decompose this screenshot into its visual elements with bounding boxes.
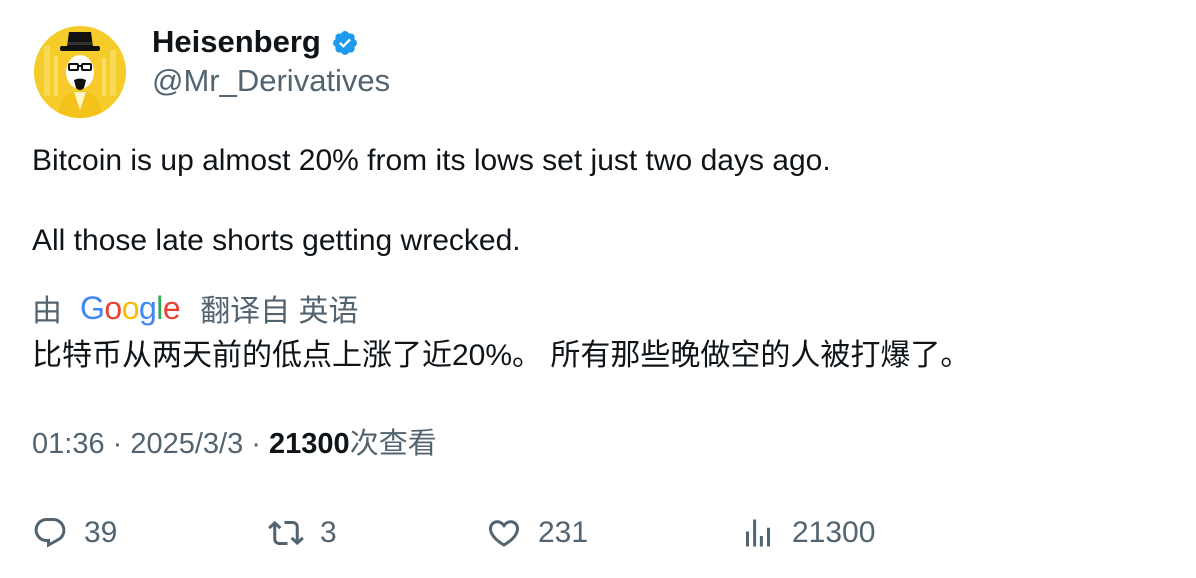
reply-button[interactable]: 39	[32, 510, 117, 556]
tweet-date[interactable]: 2025/3/3	[130, 428, 243, 460]
tweet-time[interactable]: 01:36	[32, 428, 105, 460]
translated-from-label: 翻译自 英语	[200, 295, 359, 328]
google-logo-icon: G o o g l e	[80, 289, 181, 327]
meta-separator: ·	[104, 428, 131, 460]
google-logo-letter: l	[156, 289, 163, 326]
reply-icon	[34, 518, 66, 548]
views-button[interactable]: 21300	[740, 510, 875, 556]
google-logo-letter: e	[162, 289, 181, 326]
tweet-text-line-1: Bitcoin is up almost 20% from its lows s…	[32, 144, 831, 177]
author-display-name[interactable]: Heisenberg	[152, 24, 321, 60]
author-name-row: Heisenberg	[152, 24, 359, 60]
action-bar: 39 3 231 21300	[0, 510, 1196, 556]
like-button[interactable]: 231	[486, 510, 588, 556]
heart-icon	[488, 520, 520, 547]
analytics-icon	[746, 519, 770, 547]
views-label: 次查看	[349, 428, 437, 460]
google-logo-letter: g	[138, 289, 157, 326]
translated-text: 比特币从两天前的低点上涨了近20%。 所有那些晚做空的人被打爆了。	[32, 339, 971, 372]
google-logo-letter: G	[80, 289, 105, 326]
translation-attribution[interactable]: 由 G o o g l e 翻译自 英语	[32, 288, 359, 329]
views-action-count: 21300	[792, 516, 876, 549]
retweet-count: 3	[320, 516, 337, 549]
reply-count: 39	[84, 516, 118, 549]
google-logo-letter: o	[104, 289, 122, 326]
retweet-button[interactable]: 3	[268, 510, 337, 556]
tweet-text-line-2: All those late shorts getting wrecked.	[32, 224, 521, 257]
retweet-icon	[268, 520, 304, 546]
meta-separator: ·	[243, 428, 270, 460]
google-logo-letter: o	[121, 289, 140, 326]
heisenberg-avatar-icon	[34, 26, 126, 118]
tweet-card: Heisenberg @Mr_Derivatives Bitcoin is up…	[0, 0, 1196, 578]
like-count: 231	[538, 516, 589, 549]
avatar[interactable]	[34, 26, 126, 118]
views-count[interactable]: 21300	[269, 428, 350, 460]
translated-by-label: 由	[32, 295, 62, 328]
author-handle[interactable]: @Mr_Derivatives	[152, 62, 390, 100]
verified-badge-icon	[332, 31, 357, 55]
tweet-meta: 01:36 · 2025/3/3 · 21300次查看	[32, 425, 437, 463]
